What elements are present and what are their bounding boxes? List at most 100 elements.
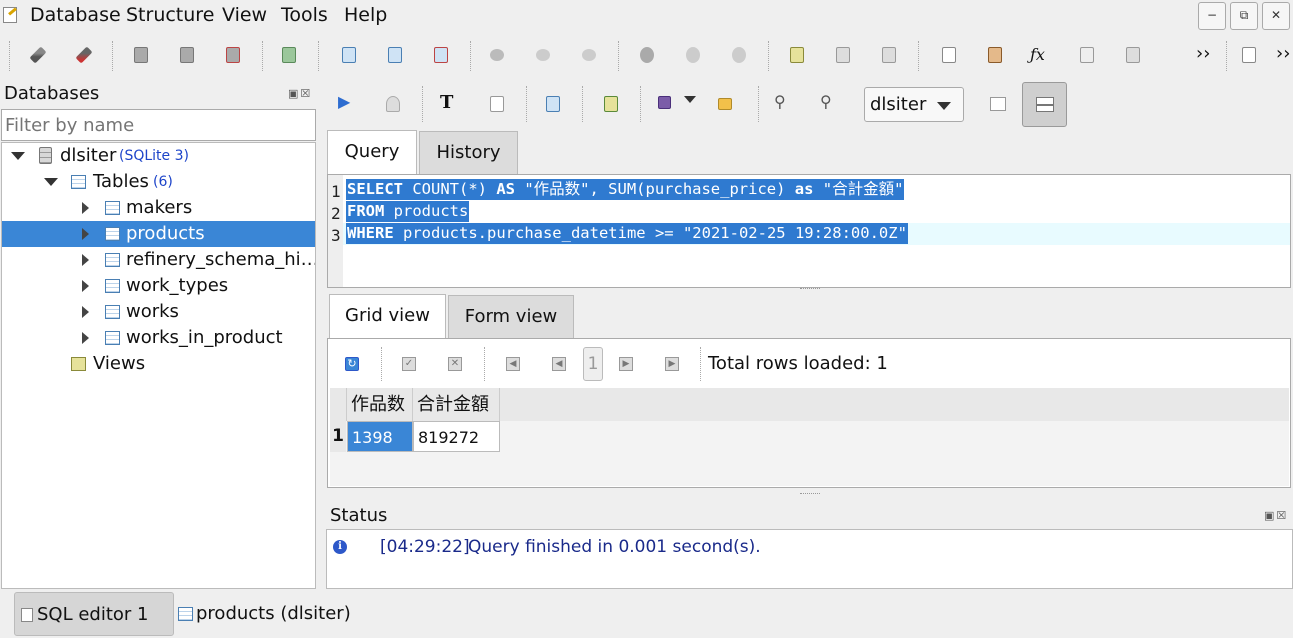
save-sql-icon[interactable] xyxy=(654,92,678,116)
tree-table-works[interactable]: works xyxy=(2,299,315,325)
grid-cell[interactable]: 819272 xyxy=(413,421,500,452)
disconnect-icon[interactable] xyxy=(72,43,96,67)
tree-views[interactable]: Views xyxy=(2,351,315,377)
database-selector[interactable]: dlsiter xyxy=(864,87,964,122)
panel-float-close-icon[interactable]: ▣☒ xyxy=(1264,509,1288,522)
clear-editor-icon[interactable] xyxy=(486,92,510,116)
refresh-results-icon[interactable]: ↻ xyxy=(345,357,359,371)
last-page-icon[interactable]: ▶ xyxy=(665,357,679,371)
window-layout-icon[interactable] xyxy=(1238,43,1262,67)
tree-table-makers[interactable]: makers xyxy=(2,195,315,221)
snippets-icon[interactable] xyxy=(1076,43,1100,67)
more-tools-chevron-icon[interactable]: ›› xyxy=(1196,43,1220,67)
execute-query-icon[interactable]: ▶ xyxy=(338,92,362,116)
explain-query-icon[interactable] xyxy=(382,92,406,116)
column-header[interactable]: 合計金額 xyxy=(413,388,500,421)
next-page-icon[interactable]: ▶ xyxy=(619,357,633,371)
tab-grid-view[interactable]: Grid view xyxy=(329,294,446,338)
create-database-icon[interactable] xyxy=(130,43,154,67)
horizontal-layout-button[interactable] xyxy=(1022,82,1067,127)
collapse-arrow-icon[interactable] xyxy=(82,202,89,214)
plugins-icon[interactable] xyxy=(1122,43,1146,67)
expand-arrow-icon[interactable] xyxy=(11,152,25,160)
tab-history[interactable]: History xyxy=(419,131,518,174)
expand-arrow-icon[interactable] xyxy=(44,178,58,186)
drop-view-icon[interactable] xyxy=(878,43,902,67)
menu-database[interactable]: Database xyxy=(30,4,121,26)
column-header[interactable]: 作品数 xyxy=(347,388,413,421)
chevron-down-icon xyxy=(937,102,951,110)
drop-index-icon[interactable] xyxy=(578,43,602,67)
filter-input[interactable] xyxy=(1,109,316,141)
export-results-icon[interactable] xyxy=(542,92,566,116)
tree-table-work-types[interactable]: work_types xyxy=(2,273,315,299)
tree-database-dlsiter[interactable]: dlsiter (SQLite 3) xyxy=(2,143,315,169)
tree-table-products[interactable]: products xyxy=(2,221,315,247)
menu-view[interactable]: View xyxy=(222,4,267,26)
splitter-handle[interactable] xyxy=(800,288,820,291)
drop-trigger-icon[interactable] xyxy=(728,43,752,67)
open-sql-file-icon[interactable] xyxy=(714,92,738,116)
collapse-arrow-icon[interactable] xyxy=(82,280,89,292)
previous-page-icon[interactable]: ◀ xyxy=(552,357,566,371)
minimize-button[interactable]: − xyxy=(1198,2,1226,30)
horizontal-layout-icon xyxy=(1036,97,1054,112)
tab-form-view[interactable]: Form view xyxy=(448,295,574,338)
edit-table-icon[interactable] xyxy=(384,43,408,67)
edit-view-icon[interactable] xyxy=(832,43,856,67)
window-tab-sql-editor[interactable]: SQL editor 1 xyxy=(14,592,174,636)
create-view-icon[interactable] xyxy=(786,43,810,67)
first-page-icon[interactable]: ◀ xyxy=(506,357,520,371)
tab-query[interactable]: Query xyxy=(327,130,417,174)
page-number-field[interactable]: 1 xyxy=(583,347,603,381)
functions-icon[interactable]: ƒx xyxy=(1030,45,1054,69)
status-panel-title: Status xyxy=(330,505,388,526)
main-toolbar: ƒx ›› ›› xyxy=(0,33,1293,77)
tree-table-refinery-schema-history[interactable]: refinery_schema_hi… xyxy=(2,247,315,273)
add-index-icon[interactable] xyxy=(486,43,510,67)
ddl-history-icon[interactable] xyxy=(984,43,1008,67)
add-trigger-icon[interactable] xyxy=(636,43,660,67)
open-sql-editor-icon[interactable] xyxy=(938,43,962,67)
collapse-arrow-icon[interactable] xyxy=(82,306,89,318)
drop-database-icon[interactable] xyxy=(222,43,246,67)
find-icon[interactable]: ⚲ xyxy=(774,92,798,116)
drop-table-icon[interactable] xyxy=(430,43,454,67)
more-windows-chevron-icon[interactable]: ›› xyxy=(1276,43,1293,67)
window-tab-products[interactable]: products (dlsiter) xyxy=(178,592,358,636)
rollback-icon[interactable]: ✕ xyxy=(448,357,462,371)
collapse-arrow-icon[interactable] xyxy=(82,254,89,266)
vertical-layout-icon[interactable] xyxy=(982,90,1012,120)
commit-icon[interactable]: ✓ xyxy=(402,357,416,371)
collapse-arrow-icon[interactable] xyxy=(82,332,89,344)
status-message: Query finished in 0.001 second(s). xyxy=(468,537,761,557)
tables-label: Tables xyxy=(93,171,149,192)
refresh-database-icon[interactable] xyxy=(278,43,302,67)
panel-float-close-icon[interactable]: ▣☒ xyxy=(288,87,312,100)
menu-tools[interactable]: Tools xyxy=(281,4,328,26)
grid-cell[interactable]: 1398 xyxy=(347,421,413,452)
save-options-dropdown-icon[interactable] xyxy=(684,96,708,120)
menu-structure[interactable]: Structure xyxy=(126,4,214,26)
collapse-arrow-icon[interactable] xyxy=(82,228,89,240)
splitter-handle[interactable] xyxy=(800,493,820,496)
line-number-gutter: 1 2 3 xyxy=(328,175,343,287)
edit-trigger-icon[interactable] xyxy=(682,43,706,67)
format-sql-icon[interactable]: T xyxy=(440,92,464,116)
connect-icon[interactable] xyxy=(26,43,50,67)
tree-tables[interactable]: Tables (6) xyxy=(2,169,315,195)
table-icon xyxy=(105,201,120,215)
close-window-button[interactable]: ✕ xyxy=(1262,2,1290,30)
create-view-from-query-icon[interactable] xyxy=(600,92,624,116)
edit-index-icon[interactable] xyxy=(532,43,556,67)
find-replace-icon[interactable]: ⚲ xyxy=(820,92,844,116)
create-table-icon[interactable] xyxy=(338,43,362,67)
tables-count: (6) xyxy=(153,174,173,190)
sql-editor[interactable]: 1 2 3 SELECT COUNT(*) AS "作品数", SUM(purc… xyxy=(327,174,1291,288)
edit-database-icon[interactable] xyxy=(176,43,200,67)
restore-button[interactable]: ⧉ xyxy=(1230,2,1258,30)
menu-help[interactable]: Help xyxy=(344,4,387,26)
tree-table-works-in-product[interactable]: works_in_product xyxy=(2,325,315,351)
total-rows-label: Total rows loaded: 1 xyxy=(708,353,888,374)
database-icon xyxy=(39,147,52,164)
